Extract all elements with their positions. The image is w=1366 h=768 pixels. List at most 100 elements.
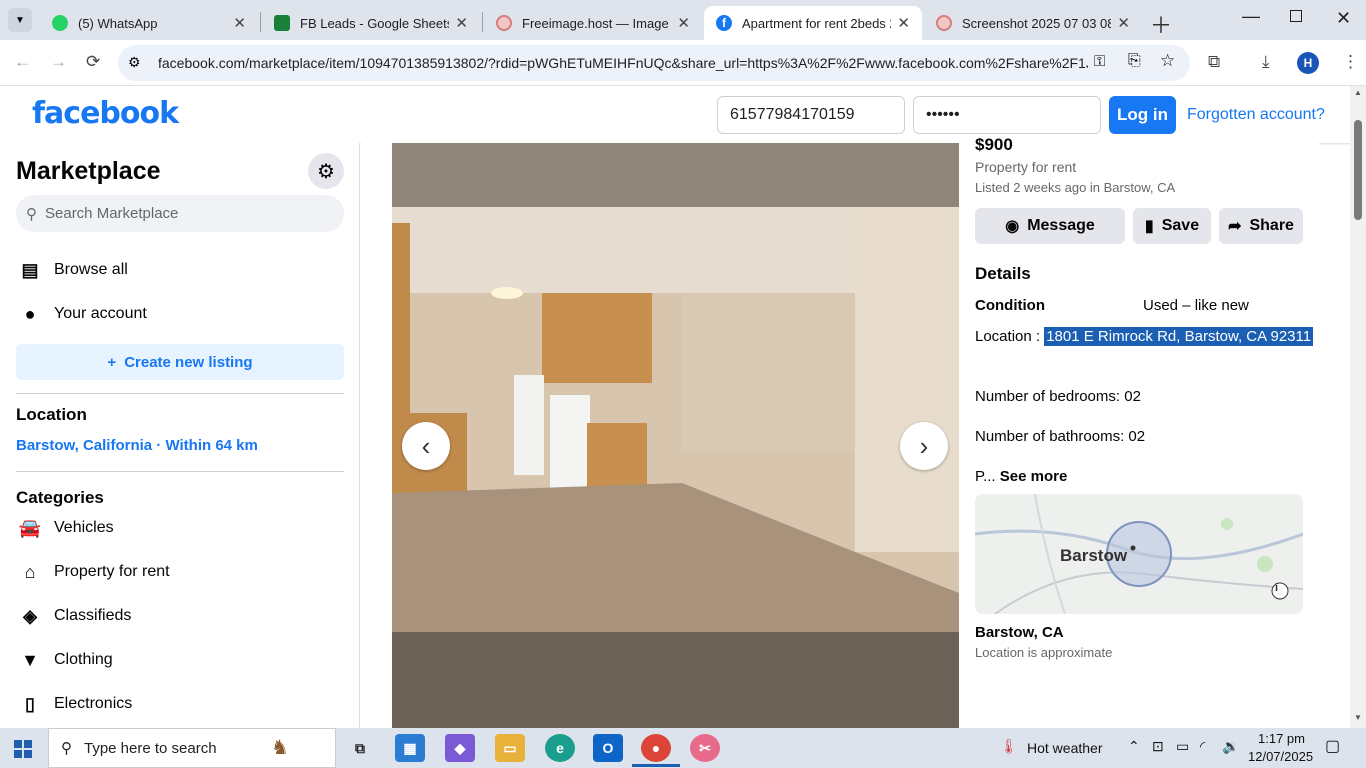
sidebar-item-browse-all[interactable]: ▤ Browse all xyxy=(16,250,127,290)
listing-details-panel: $900 Property for rent Listed 2 weeks ag… xyxy=(959,135,1319,728)
close-icon[interactable]: ✕ xyxy=(677,14,690,32)
back-arrow-icon[interactable]: ← xyxy=(14,52,31,72)
create-new-listing-button[interactable]: + Create new listing xyxy=(16,344,344,380)
gear-icon: ⚙ xyxy=(317,160,335,183)
settings-button[interactable]: ⚙ xyxy=(308,153,344,189)
chevron-up-icon[interactable]: ⌃ xyxy=(1128,738,1140,755)
download-icon[interactable]: ⤓ xyxy=(1262,52,1270,72)
close-icon[interactable]: ✕ xyxy=(897,14,910,32)
previous-photo-button[interactable]: ‹ xyxy=(402,422,450,470)
freeimage-icon xyxy=(936,15,952,31)
password-key-icon[interactable]: ⚿ xyxy=(1094,53,1105,70)
address-bar[interactable]: ⚙ facebook.com/marketplace/item/10947013… xyxy=(118,45,1190,81)
listing-price: $900 xyxy=(975,135,1013,154)
volume-icon[interactable]: 🔉 xyxy=(1222,738,1239,755)
camera-icon[interactable]: ⊡ xyxy=(1152,738,1164,755)
search-input[interactable]: ⚲ Search Marketplace xyxy=(16,195,344,232)
windows-start-button[interactable] xyxy=(14,740,32,758)
install-app-icon[interactable]: ⎘ xyxy=(1128,52,1141,70)
categories-heading: Categories xyxy=(16,488,104,507)
description-preview: P... See more xyxy=(975,468,1068,485)
forgotten-account-link[interactable]: Forgotten account? xyxy=(1187,106,1325,124)
tab-screenshot[interactable]: Screenshot 2025 07 03 0844 ✕ xyxy=(924,6,1142,40)
bedrooms-text: Number of bedrooms: 02 xyxy=(975,388,1141,405)
category-vehicles[interactable]: 🚘 Vehicles xyxy=(16,508,114,548)
scrollbar-thumb[interactable] xyxy=(1354,120,1362,220)
scroll-down-arrow-icon[interactable]: ▼ xyxy=(1354,713,1362,722)
listing-photo[interactable] xyxy=(392,143,959,728)
save-button[interactable]: ▮ Save xyxy=(1133,208,1211,244)
category-electronics[interactable]: ▯ Electronics xyxy=(16,684,132,724)
condition-label: Condition xyxy=(975,297,1045,314)
category-clothing[interactable]: ▼ Clothing xyxy=(16,640,113,680)
snipping-tool-icon[interactable]: ✂ xyxy=(690,734,720,762)
browser-tab-strip: ▼ (5) WhatsApp ✕ FB Leads - Google Sheet… xyxy=(0,0,1366,40)
taskbar-search-input[interactable]: ⚲ Type here to search ♞ xyxy=(48,728,336,768)
microsoft-store-icon[interactable]: ▦ xyxy=(395,734,425,762)
reload-icon[interactable]: ⟳ xyxy=(86,52,100,72)
location-address-selected[interactable]: 1801 E Rimrock Rd, Barstow, CA 92311 xyxy=(1044,327,1314,346)
profile-avatar[interactable]: H xyxy=(1297,52,1319,74)
category-property-for-rent[interactable]: ⌂ Property for rent xyxy=(16,552,170,592)
location-label: Location : xyxy=(975,328,1041,345)
edge-icon[interactable]: e xyxy=(545,734,575,762)
file-explorer-icon[interactable]: ▭ xyxy=(495,734,525,762)
task-view-icon[interactable]: ⧉ xyxy=(345,734,375,762)
next-photo-button[interactable]: › xyxy=(900,422,948,470)
copilot-icon[interactable]: ◆ xyxy=(445,734,475,762)
sheets-icon xyxy=(274,15,290,31)
minimize-button[interactable]: — xyxy=(1242,6,1260,27)
close-icon[interactable]: ✕ xyxy=(455,14,468,32)
page-title: Marketplace xyxy=(16,157,161,185)
window-close-button[interactable]: ✕ xyxy=(1336,8,1351,29)
close-icon[interactable]: ✕ xyxy=(1117,14,1130,32)
clock-date[interactable]: 12/07/2025 xyxy=(1248,749,1313,764)
thermometer-icon[interactable]: 🌡 xyxy=(1000,738,1018,755)
extensions-icon[interactable]: ⧉ xyxy=(1208,52,1220,72)
password-field[interactable]: •••••• xyxy=(913,96,1101,134)
marketplace-sidebar: Marketplace ⚙ ⚲ Search Marketplace ▤ Bro… xyxy=(0,143,360,728)
clock-time[interactable]: 1:17 pm xyxy=(1258,731,1305,746)
tab-whatsapp[interactable]: (5) WhatsApp ✕ xyxy=(40,6,258,40)
url-text[interactable]: facebook.com/marketplace/item/1094701385… xyxy=(158,55,1088,71)
login-button[interactable]: Log in xyxy=(1109,96,1176,134)
page-scrollbar[interactable]: ▲ ▼ xyxy=(1350,86,1366,728)
tab-search-button[interactable]: ▼ xyxy=(8,8,32,32)
restore-button[interactable] xyxy=(1290,10,1302,22)
scroll-up-arrow-icon[interactable]: ▲ xyxy=(1354,88,1362,97)
facebook-logo[interactable]: facebook xyxy=(32,96,179,131)
tab-apartment-for-rent[interactable]: f Apartment for rent 2beds 2b ✕ xyxy=(704,6,922,40)
bookmark-star-icon[interactable]: ☆ xyxy=(1160,51,1175,71)
see-more-link[interactable]: See more xyxy=(1000,468,1068,485)
new-tab-button[interactable]: ＋ xyxy=(1150,8,1172,40)
location-filter-link[interactable]: Barstow, California · Within 64 km xyxy=(16,437,258,454)
notifications-icon[interactable]: ▢ xyxy=(1325,736,1340,756)
message-button[interactable]: ◉ Message xyxy=(975,208,1125,244)
battery-icon[interactable]: ▭ xyxy=(1176,738,1189,755)
forward-arrow-icon[interactable]: → xyxy=(50,52,67,72)
sidebar-item-your-account[interactable]: ● Your account xyxy=(16,294,147,334)
plus-icon: + xyxy=(107,353,117,371)
info-icon[interactable]: i xyxy=(1275,582,1278,594)
bathrooms-text: Number of bathrooms: 02 xyxy=(975,428,1146,445)
listing-category: Property for rent xyxy=(975,159,1077,175)
car-icon: 🚘 xyxy=(18,517,42,538)
tab-freeimage[interactable]: Freeimage.host — Image Ho ✕ xyxy=(484,6,702,40)
person-icon: ● xyxy=(24,303,36,324)
menu-kebab-icon[interactable]: ⋮ xyxy=(1342,52,1359,72)
tab-fb-leads-sheets[interactable]: FB Leads - Google Sheets ✕ xyxy=(262,6,480,40)
messenger-icon: ◉ xyxy=(1005,218,1020,235)
tag-icon: ◈ xyxy=(23,605,37,626)
weather-text[interactable]: Hot weather xyxy=(1027,740,1102,756)
location-map[interactable]: Barstow i xyxy=(975,494,1303,614)
email-field[interactable]: 61577984170159 xyxy=(717,96,905,134)
category-classifieds[interactable]: ◈ Classifieds xyxy=(16,596,131,636)
outlook-icon[interactable]: O xyxy=(593,734,623,762)
wifi-icon[interactable]: ◜ xyxy=(1200,738,1205,755)
site-info-icon[interactable]: ⚙ xyxy=(128,54,141,71)
shirt-icon: ▼ xyxy=(21,649,39,670)
close-icon[interactable]: ✕ xyxy=(233,14,246,32)
chrome-icon[interactable]: ● xyxy=(641,734,671,762)
share-button[interactable]: ➦ Share xyxy=(1219,208,1303,244)
listing-gallery: ‹ › xyxy=(361,143,959,728)
